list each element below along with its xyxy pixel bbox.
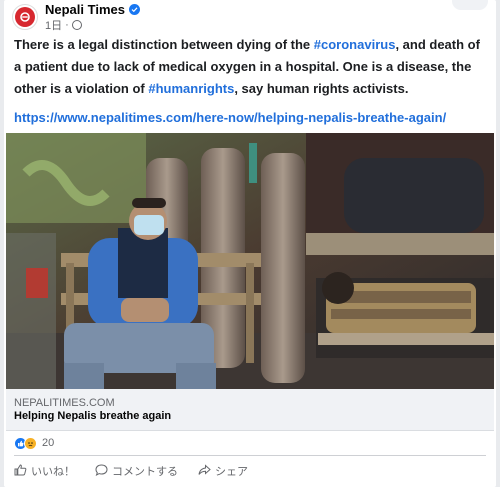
hashtag-humanrights[interactable]: #humanrights [148,81,234,96]
comment-icon [95,463,112,479]
reactions-summary[interactable]: 20 [14,436,54,450]
like-label: いいね！ [31,466,75,478]
share-button[interactable]: シェア [198,463,248,479]
reaction-count: 20 [42,437,55,449]
comment-button[interactable]: コメントする [95,463,178,479]
article-photo[interactable] [6,133,494,389]
like-button[interactable]: いいね！ [14,463,75,479]
link-title[interactable]: Helping Nepalis breathe again [14,410,171,422]
link-preview[interactable]: NEPALITIMES.COM Helping Nepalis breathe … [6,389,494,431]
post-card: Nepali Times 1日 · There is a legal disti… [4,0,496,487]
share-label: シェア [215,466,248,478]
nepali-times-logo-icon [15,7,35,27]
page-avatar[interactable] [12,4,38,30]
verified-badge-icon [128,3,140,15]
thumbs-up-icon [14,463,31,479]
post-text-part: There is a legal distinction between dyi… [14,37,314,52]
globe-icon [71,20,82,30]
post-text-part: , say human rights activists. [234,81,409,96]
link-domain: NEPALITIMES.COM [14,397,115,409]
article-link[interactable]: https://www.nepalitimes.com/here-now/hel… [14,110,446,125]
post-text: There is a legal distinction between dyi… [14,34,490,100]
post-timestamp[interactable]: 1日 [45,17,62,33]
hashtag-coronavirus[interactable]: #coronavirus [314,37,396,52]
divider [14,455,486,456]
page-name[interactable]: Nepali Times [45,2,125,17]
sad-icon [24,436,37,450]
action-bar: いいね！ コメントする シェア [14,460,486,482]
post-header: Nepali Times 1日 · [12,2,140,32]
share-icon [198,463,215,479]
comment-label: コメントする [112,466,178,478]
meta-separator: · [65,19,69,31]
more-options-button[interactable] [452,0,488,10]
